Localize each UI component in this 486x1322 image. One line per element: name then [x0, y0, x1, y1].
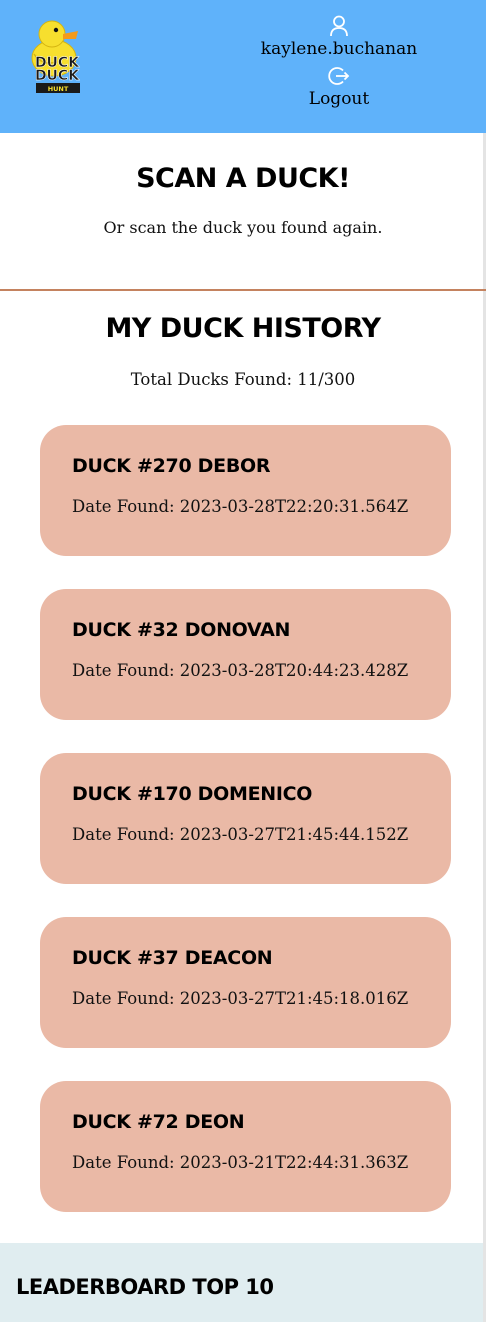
duck-card-title: Duck #37 Deacon: [72, 947, 273, 969]
duck-card[interactable]: Duck #72 Deon Date Found: 2023-03-21T22:…: [40, 1081, 451, 1212]
duck-card-date: Date Found: 2023-03-28T20:44:23.428Z: [72, 661, 409, 680]
scan-subtitle: Or scan the duck you found again.: [103, 218, 383, 237]
duck-card-date: Date Found: 2023-03-27T21:45:18.016Z: [72, 989, 409, 1008]
user-menu: kaylene.buchanan Logout: [258, 14, 420, 110]
duck-card-date: Date Found: 2023-03-28T22:20:31.564Z: [72, 497, 409, 516]
duck-history-section: My Duck History Total Ducks Found: 11/30…: [0, 291, 486, 1212]
leaderboard-section: Leaderboard Top 10: [0, 1243, 483, 1322]
scan-title[interactable]: Scan a Duck!: [0, 133, 486, 194]
user-icon[interactable]: [329, 14, 349, 38]
duck-card[interactable]: Duck #270 Debor Date Found: 2023-03-28T2…: [40, 425, 451, 556]
duck-duck-hunt-logo[interactable]: DUCK DUCK HUNT: [28, 14, 88, 96]
history-title: My Duck History: [105, 313, 381, 344]
duck-card[interactable]: Duck #170 Domenico Date Found: 2023-03-2…: [40, 753, 451, 884]
duck-card-title: Duck #32 Donovan: [72, 619, 291, 641]
logo-text-line2: DUCK: [35, 68, 80, 84]
total-ducks-found: Total Ducks Found: 11/300: [130, 370, 356, 389]
duck-card-date: Date Found: 2023-03-27T21:45:44.152Z: [72, 825, 409, 844]
app-header: DUCK DUCK HUNT kaylene.buchanan Logout: [0, 0, 486, 133]
logout-label: Logout: [308, 89, 370, 109]
duck-card-date: Date Found: 2023-03-21T22:44:31.363Z: [72, 1153, 409, 1172]
logout-button[interactable]: Logout: [258, 66, 420, 110]
logout-icon: [328, 67, 350, 85]
scan-section: Scan a Duck! Or scan the duck you found …: [0, 133, 486, 291]
duck-card-title: Duck #72 Deon: [72, 1111, 245, 1133]
duck-card[interactable]: Duck #37 Deacon Date Found: 2023-03-27T2…: [40, 917, 451, 1048]
username[interactable]: kaylene.buchanan: [258, 38, 420, 60]
duck-card[interactable]: Duck #32 Donovan Date Found: 2023-03-28T…: [40, 589, 451, 720]
duck-card-title: Duck #270 Debor: [72, 455, 271, 477]
duck-card-list: Duck #270 Debor Date Found: 2023-03-28T2…: [0, 425, 486, 1212]
leaderboard-title: Leaderboard Top 10: [16, 1275, 274, 1299]
logo-text-line3: HUNT: [48, 85, 69, 93]
duck-card-title: Duck #170 Domenico: [72, 783, 313, 805]
